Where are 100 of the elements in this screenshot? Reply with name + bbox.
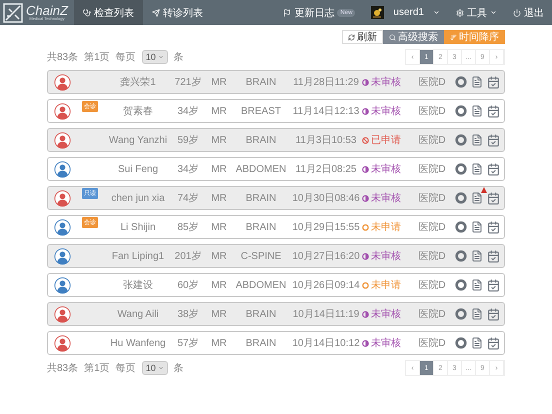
patient-name: 张建设 — [122, 278, 154, 292]
body-part: BREAST — [240, 106, 282, 116]
logo-name: ChainZ — [26, 4, 68, 17]
calendar-check-icon[interactable] — [487, 278, 500, 292]
male-avatar-icon — [54, 160, 71, 178]
female-avatar-icon — [54, 132, 71, 148]
half-circle-icon — [362, 340, 369, 346]
status-label: 未审核 — [371, 336, 401, 350]
unit-label: 条 — [174, 51, 184, 64]
flag-icon — [283, 8, 292, 16]
hospital-name: 医院D — [417, 220, 447, 234]
modality: MR — [210, 222, 228, 232]
exam-time: 11月14日12:13 — [292, 105, 360, 118]
hospital-name: 医院D — [417, 76, 447, 89]
body-part: BRAIN — [244, 192, 278, 204]
tools-menu[interactable]: 工具 — [448, 0, 505, 25]
patient-name: 龚兴荣1 — [119, 76, 157, 89]
body-part: ABDOMEN — [234, 280, 288, 290]
report-icon[interactable] — [471, 279, 483, 291]
report-icon[interactable] — [471, 337, 483, 349]
modality: MR — [210, 134, 228, 146]
view-icon[interactable] — [455, 221, 467, 233]
view-icon[interactable] — [455, 308, 467, 320]
status-label: 未审核 — [371, 76, 401, 89]
report-icon[interactable] — [471, 221, 483, 233]
patient-age: 34岁 — [176, 104, 200, 118]
body-part: BRAIN — [244, 134, 278, 146]
exam-row[interactable]: Wang Yanzhi 59岁 MR BRAIN 11月3日10:53 已申请 医院D — [47, 128, 505, 152]
report-icon[interactable] — [471, 163, 483, 175]
calendar-check-icon[interactable] — [487, 162, 500, 176]
report-icon[interactable] — [471, 76, 483, 88]
exam-row[interactable]: Wang Aili 38岁 MR BRAIN 10月14日11:19 未审核 医院D — [47, 302, 505, 326]
modality: MR — [210, 192, 228, 204]
nav-tab[interactable]: 检查列表 — [74, 0, 143, 25]
half-circle-icon — [362, 252, 369, 260]
half-circle-icon — [362, 166, 369, 172]
view-icon[interactable] — [455, 192, 467, 204]
circle-icon — [362, 224, 369, 230]
caret-icon — [158, 54, 164, 60]
user-menu[interactable]: userd1 — [363, 0, 448, 25]
caret-icon — [490, 9, 497, 16]
send-icon — [152, 8, 160, 16]
stethoscope-icon — [82, 8, 91, 16]
exam-time: 10月29日15:55 — [291, 221, 361, 234]
exam-row[interactable]: 龚兴荣1 721岁 MR BRAIN 11月28日11:29 未审核 医院D — [47, 70, 505, 94]
body-part: BRAIN — [244, 222, 278, 232]
half-circle-icon — [362, 310, 369, 318]
hospital-name: 医院D — [417, 104, 447, 118]
patient-name: Li Shijin — [119, 222, 157, 232]
calendar-check-icon[interactable] — [487, 336, 500, 350]
sort-button[interactable]: 时间降序 — [444, 30, 505, 44]
report-icon[interactable] — [471, 105, 483, 117]
report-icon[interactable] — [471, 134, 483, 146]
body-part: BRAIN — [244, 76, 278, 88]
report-icon[interactable] — [471, 308, 483, 320]
caret-icon — [158, 365, 164, 371]
status-label: 未申请 — [371, 278, 401, 292]
view-icon[interactable] — [455, 105, 467, 117]
patient-name: 贺素春 — [122, 104, 154, 118]
per-page-select[interactable]: 10 — [142, 50, 168, 64]
per-page-label: 每页 — [116, 362, 136, 375]
exam-row[interactable]: Sui Feng 34岁 MR ABDOMEN 11月2日08:25 未审核 医院D — [47, 157, 505, 181]
calendar-check-icon[interactable] — [487, 192, 500, 204]
report-icon[interactable] — [471, 192, 483, 204]
exam-row[interactable]: Hu Wanfeng 57岁 MR BRAIN 10月14日10:12 未审核 医院D — [47, 331, 505, 355]
exam-row[interactable]: 张建设 60岁 MR ABDOMEN 10月26日09:14 未申请 医院D — [47, 273, 505, 297]
logout-link[interactable]: 退出 — [505, 0, 552, 25]
patient-name: Wang Aili — [116, 308, 160, 320]
calendar-check-icon[interactable] — [487, 104, 500, 118]
view-icon[interactable] — [455, 337, 467, 349]
hospital-name: 医院D — [417, 250, 447, 263]
patient-age: 60岁 — [176, 278, 200, 292]
exam-row[interactable]: Fan Liping1 201岁 MR C-SPINE 10月27日16:20 未审核 医院D — [47, 244, 505, 268]
nav-tab[interactable]: 转诊列表 — [142, 0, 212, 25]
per-page-select[interactable]: 10 — [142, 361, 168, 375]
view-icon[interactable] — [455, 76, 467, 88]
hospital-name: 医院D — [417, 162, 447, 176]
view-icon[interactable] — [455, 134, 467, 146]
view-icon[interactable] — [455, 163, 467, 175]
report-icon[interactable] — [471, 250, 483, 262]
calendar-check-icon[interactable] — [487, 134, 500, 146]
view-icon[interactable] — [455, 279, 467, 291]
search-icon — [389, 34, 396, 40]
body-part: BRAIN — [244, 338, 278, 348]
calendar-check-icon[interactable] — [487, 250, 500, 262]
refresh-button[interactable]: 刷新 — [342, 30, 383, 44]
logo-icon — [3, 2, 23, 22]
exam-time: 11月28日11:29 — [292, 76, 360, 89]
calendar-check-icon[interactable] — [487, 76, 500, 88]
exam-time: 10月27日16:20 — [291, 250, 361, 263]
calendar-check-icon[interactable] — [487, 308, 500, 320]
search-button[interactable]: 高级搜索 — [383, 30, 444, 44]
patient-name: chen jun xia — [110, 192, 166, 204]
current-page: 第1页 — [84, 51, 110, 64]
status-label: 未审核 — [371, 308, 401, 321]
half-circle-icon — [362, 78, 369, 86]
view-icon[interactable] — [455, 250, 467, 262]
patient-age: 57岁 — [176, 336, 200, 350]
status-label: 未审核 — [371, 192, 401, 205]
calendar-check-icon[interactable] — [487, 220, 500, 234]
